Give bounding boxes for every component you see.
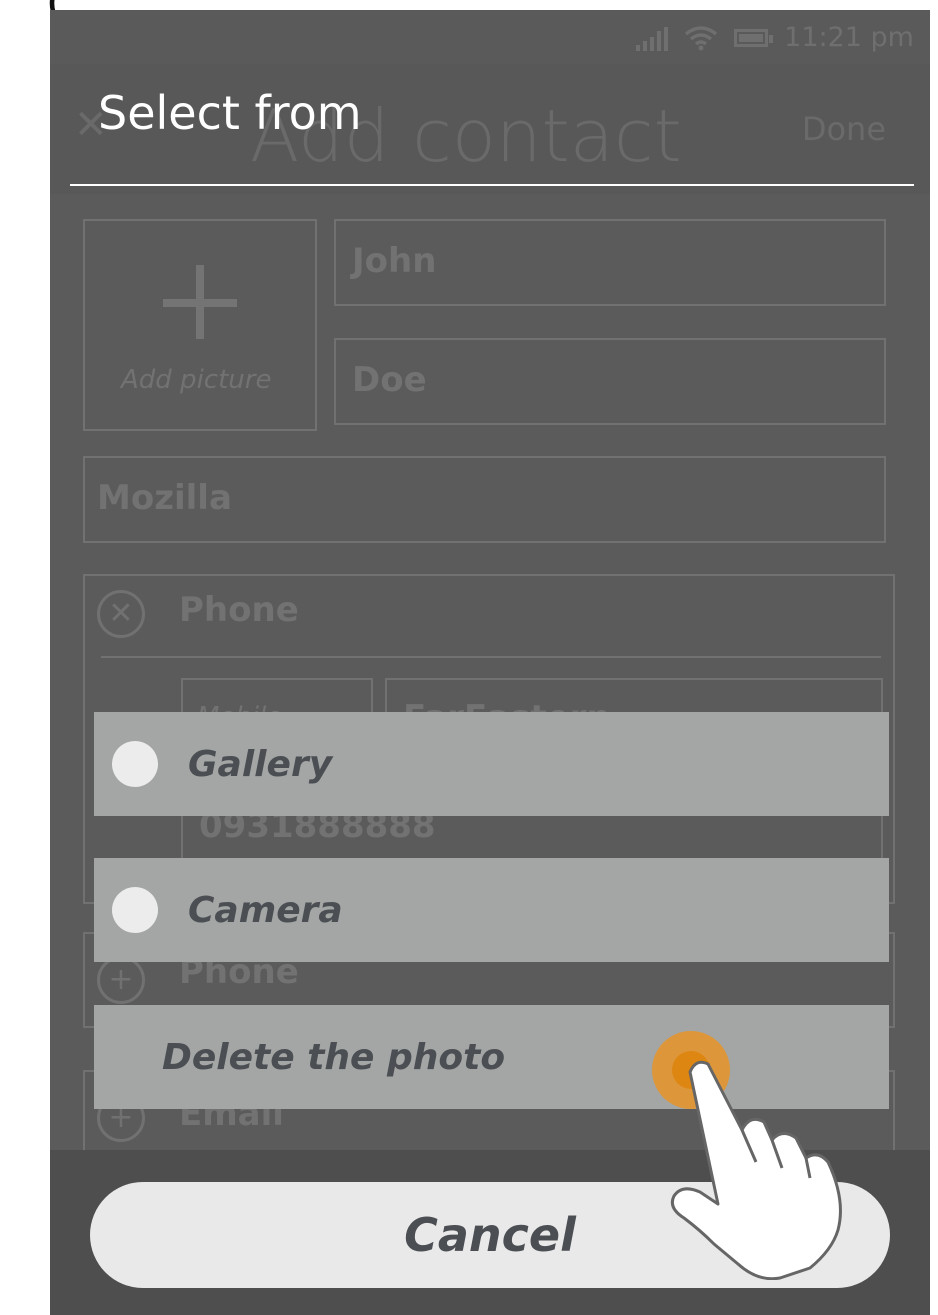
title-divider	[70, 184, 914, 186]
company-field: Mozilla	[83, 456, 886, 543]
option-camera[interactable]: Camera	[94, 858, 889, 962]
last-name-field: Doe	[334, 338, 886, 425]
signal-icon	[636, 25, 669, 51]
hand-pointer-icon	[670, 1060, 842, 1280]
add-picture-box: Add picture	[83, 219, 317, 431]
done-button: Done	[801, 110, 886, 148]
option-gallery[interactable]: Gallery	[94, 712, 889, 816]
wifi-icon	[685, 25, 718, 50]
status-time: 11:21 pm	[784, 22, 914, 53]
company-value: Mozilla	[97, 478, 232, 518]
cancel-label: Cancel	[404, 1208, 576, 1262]
option-label: Gallery	[188, 743, 333, 785]
option-label: Delete the photo	[162, 1036, 506, 1078]
radio-icon[interactable]	[112, 887, 158, 933]
battery-icon	[734, 28, 774, 47]
last-name-value: Doe	[352, 360, 427, 400]
option-label: Camera	[188, 889, 343, 931]
dialog-title: Select from	[98, 86, 362, 140]
first-name-field: John	[334, 219, 886, 306]
first-name-value: John	[352, 241, 437, 281]
status-bar: 11:21 pm	[50, 10, 930, 64]
add-picture-label: Add picture	[121, 365, 272, 395]
phone-section-label: Phone	[179, 590, 299, 630]
add-icon: +	[97, 956, 145, 1004]
remove-icon: ✕	[97, 590, 145, 638]
phone-screen: 11:21 pm ✕ Add contact Done Select from …	[50, 10, 930, 1315]
radio-icon[interactable]	[112, 741, 158, 787]
